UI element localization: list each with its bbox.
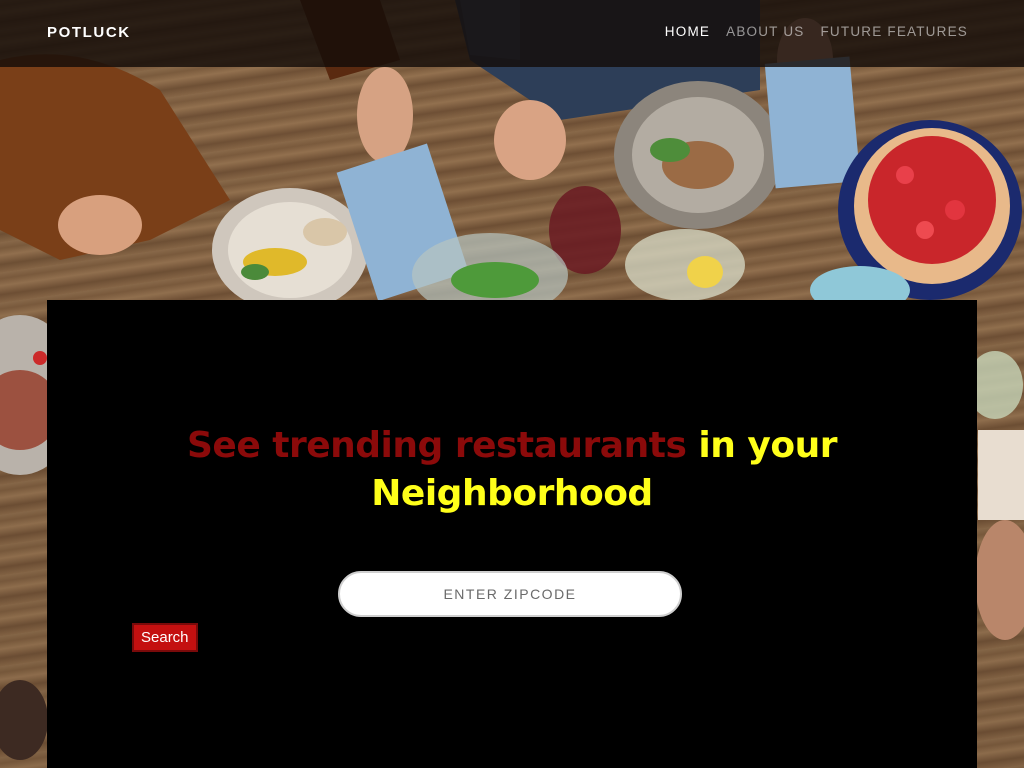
- nav-future-features-link[interactable]: FUTURE FEATURES: [820, 24, 968, 39]
- zipcode-input[interactable]: [338, 571, 682, 617]
- nav-about-us-link[interactable]: ABOUT US: [726, 24, 804, 39]
- nav-home-link[interactable]: HOME: [665, 24, 710, 39]
- nav-links: HOME ABOUT US FUTURE FEATURES: [665, 24, 968, 39]
- headline-neighborhood-text: Neighborhood: [371, 473, 653, 514]
- brand-logo[interactable]: POTLUCK: [47, 24, 131, 41]
- search-button[interactable]: Search: [132, 623, 198, 652]
- headline-red-text: See trending restaurants: [186, 425, 687, 466]
- hero-headline: See trending restaurants in your Neighbo…: [47, 422, 977, 518]
- search-panel: See trending restaurants in your Neighbo…: [47, 300, 977, 768]
- headline-yellow-text: in your: [698, 425, 838, 466]
- top-navbar: POTLUCK HOME ABOUT US FUTURE FEATURES: [0, 0, 1024, 67]
